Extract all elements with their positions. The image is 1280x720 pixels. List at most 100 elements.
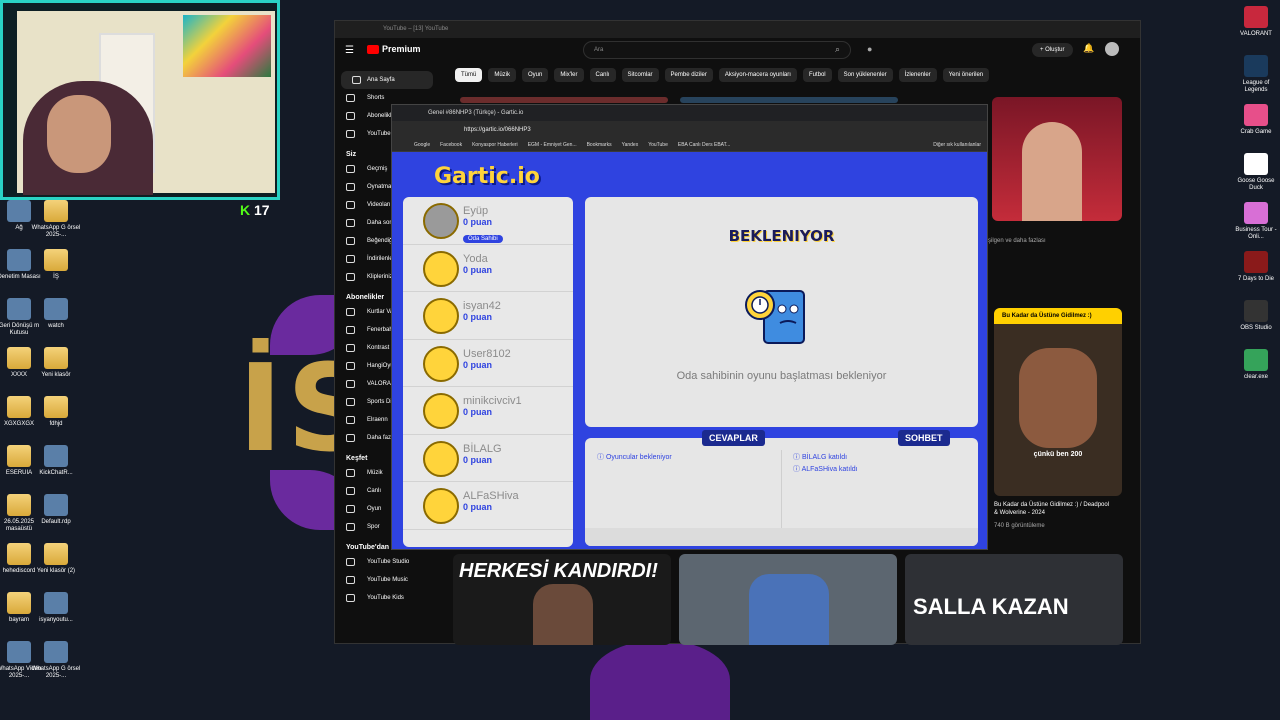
player-row[interactable]: minikcivciv1 0 puan: [403, 387, 573, 435]
youtube-logo[interactable]: Premium: [367, 44, 421, 54]
category-chip[interactable]: Pembe diziler: [664, 68, 713, 82]
file-icon: [44, 494, 68, 516]
menu-icon[interactable]: ☰: [345, 45, 354, 56]
short-thumbnail[interactable]: Bu Kadar da Üstüne Gidilmez :) çünkü ben…: [994, 308, 1122, 496]
answers-tab[interactable]: CEVAPLAR: [702, 430, 765, 446]
app-icon: [1244, 6, 1268, 28]
category-chip[interactable]: Oyun: [522, 68, 549, 82]
desktop-icon[interactable]: clear.exe: [1231, 349, 1280, 381]
search-input[interactable]: Ara: [583, 41, 851, 59]
desktop-icon[interactable]: WhatsApp G örsel 2025-...: [31, 200, 81, 239]
desktop-icon[interactable]: League of Legends: [1231, 55, 1280, 94]
file-icon: [44, 200, 68, 222]
video-thumbnail[interactable]: SALLA KAZAN: [905, 554, 1123, 645]
desktop-icon[interactable]: OBS Studio: [1231, 300, 1280, 332]
player-row[interactable]: ALFaSHiva 0 puan: [403, 482, 573, 530]
video-thumbnail[interactable]: [992, 97, 1122, 221]
desktop-icon[interactable]: Crab Game: [1231, 104, 1280, 136]
desktop-icon[interactable]: 7 Days to Die: [1231, 251, 1280, 283]
player-row[interactable]: Yoda 0 puan: [403, 245, 573, 292]
category-chip[interactable]: Canlı: [589, 68, 616, 82]
sidebar-item[interactable]: YouTube Kids: [335, 589, 439, 607]
player-row[interactable]: isyan42 0 puan: [403, 292, 573, 340]
create-button[interactable]: + Oluştur: [1032, 43, 1073, 57]
file-icon: [7, 200, 31, 222]
desktop-icon[interactable]: İŞ: [31, 249, 81, 281]
mic-icon[interactable]: ●: [867, 44, 872, 54]
sidebar-item-label: Klipleriniz: [367, 274, 393, 280]
file-icon: [7, 396, 31, 418]
bookmark-link[interactable]: Konyaspor Haberleri: [472, 142, 518, 151]
desktop-icon[interactable]: Goose Goose Duck: [1231, 153, 1280, 192]
desktop-icon[interactable]: WhatsApp G örsel 2025-...: [31, 641, 81, 680]
short-views: 740 B görüntüleme: [994, 523, 1045, 529]
desktop-icon[interactable]: fdhjd: [31, 396, 81, 428]
desktop-icon[interactable]: Yeni klasör (2): [31, 543, 81, 575]
desktop-icon[interactable]: Business Tour - Onli...: [1231, 202, 1280, 241]
bookmark-link[interactable]: EBA Canlı Ders EBAT...: [678, 142, 730, 151]
search-icon[interactable]: ⌕: [835, 44, 840, 55]
desktop-icon[interactable]: VALORANT: [1231, 6, 1280, 38]
sidebar-item[interactable]: YouTube Studio: [335, 553, 439, 571]
player-name: ALFaSHiva: [463, 490, 519, 502]
game-area: BEKLENIYOR Oda sahibinin oyunu başlatmas…: [585, 197, 978, 427]
avatar[interactable]: [1105, 42, 1119, 56]
player-row[interactable]: BİLALG 0 puan: [403, 435, 573, 482]
desktop-icon-label: Business Tour - Onli...: [1235, 227, 1277, 240]
sidebar-item-icon: [346, 487, 355, 495]
browser-tab[interactable]: Genel #86NHP3 (Türkçe) - Gartic.io: [392, 105, 987, 121]
video-thumbnail[interactable]: HERKESİ KANDIRDI!: [453, 554, 671, 645]
sidebar-item[interactable]: YouTube Music: [335, 571, 439, 589]
sidebar-item-label: Shorts: [367, 95, 385, 101]
sidebar-item-label: Geçmiş: [367, 166, 388, 172]
desktop-icon[interactable]: KickChatR...: [31, 445, 81, 477]
category-chip[interactable]: Mix'ler: [554, 68, 584, 82]
bottom-panel: CEVAPLAR SOHBET ⓘ Oyuncular bekleniyor ⓘ…: [585, 430, 978, 546]
category-chip[interactable]: Futbol: [802, 68, 832, 82]
desktop-icon[interactable]: watch: [31, 298, 81, 330]
address-bar[interactable]: https://gartic.io/066NHP3: [392, 121, 987, 139]
video-thumbnail[interactable]: [460, 97, 668, 103]
player-row[interactable]: User8102 0 puan: [403, 340, 573, 387]
chat-message: ⓘ BİLALG katıldı: [793, 454, 848, 461]
desktop-icon-label: fdhjd: [49, 421, 63, 427]
sidebar-item-label: Kontrast: [367, 345, 390, 351]
desktop-icon[interactable]: Yeni klasör: [31, 347, 81, 379]
file-icon: [7, 249, 31, 271]
chat-input[interactable]: [585, 528, 978, 546]
video-thumbnail[interactable]: [680, 97, 898, 103]
desktop-icon[interactable]: Default.rdp: [31, 494, 81, 526]
category-chip[interactable]: Tümü: [455, 68, 483, 82]
bookmark-link[interactable]: YouTube: [648, 142, 668, 151]
category-chip[interactable]: Yeni önerilen: [942, 68, 990, 82]
file-icon: [44, 543, 68, 565]
desktop-icon[interactable]: isyanyoutu...: [31, 592, 81, 624]
video-thumbnail[interactable]: [679, 554, 897, 645]
notifications-icon[interactable]: 🔔: [1083, 43, 1094, 54]
short-title[interactable]: Bu Kadar da Üstüne Gidilmez :) / Deadpoo…: [994, 501, 1114, 517]
clock-mascot-icon: [745, 290, 805, 344]
bookmark-link[interactable]: Bookmarks: [587, 142, 612, 151]
category-chip[interactable]: Sitcomlar: [621, 68, 659, 82]
player-row[interactable]: Eyüp 0 puan Oda Sahibi: [403, 197, 573, 245]
sidebar-item-icon: [346, 380, 355, 388]
other-bookmarks-link[interactable]: Diğer sık kullanılanlar: [933, 142, 981, 151]
desktop-icon-label: watch: [48, 323, 64, 329]
category-chip[interactable]: Aksiyon-macera oyunları: [718, 68, 797, 82]
bookmark-link[interactable]: Facebook: [440, 142, 462, 151]
desktop-icon-label: WhatsApp G örsel 2025-...: [31, 225, 81, 238]
chat-tab[interactable]: SOHBET: [898, 430, 950, 446]
sidebar-item-icon: [346, 94, 355, 102]
bookmark-link[interactable]: Yandex: [622, 142, 639, 151]
category-chip[interactable]: Müzik: [488, 68, 517, 82]
youtube-window-title: YouTube – [13] YouTube: [335, 21, 1140, 38]
player-points: 0 puan: [463, 454, 493, 465]
bookmark-link[interactable]: Google: [414, 142, 430, 151]
app-icon: [1244, 104, 1268, 126]
category-chip[interactable]: Son yüklenenler: [837, 68, 893, 82]
category-chip[interactable]: İzlenenler: [898, 68, 937, 82]
sidebar-item[interactable]: Ana Sayfa: [341, 71, 433, 89]
bookmark-link[interactable]: EGM - Emniyet Gen...: [528, 142, 577, 151]
player-points: 0 puan: [463, 217, 493, 227]
app-icon: [1244, 55, 1268, 77]
